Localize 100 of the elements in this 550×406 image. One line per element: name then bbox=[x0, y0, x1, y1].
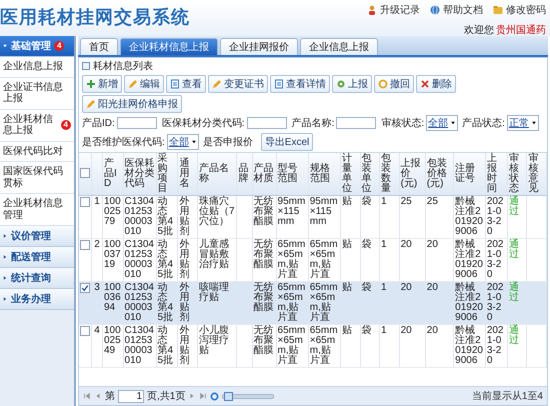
sidebar-item[interactable]: 医保代码比对 bbox=[0, 142, 74, 162]
sidebar-item-label: 医保代码比对 bbox=[3, 146, 63, 157]
row-checkbox[interactable] bbox=[80, 326, 90, 336]
table-cell: 65mm×65mm,贴片直 bbox=[310, 282, 338, 323]
toolbar-button[interactable]: 查看 bbox=[166, 75, 206, 93]
select-all-checkbox[interactable] bbox=[80, 168, 90, 178]
caret-right-icon bbox=[2, 275, 8, 281]
table-cell: C13040125300003010 bbox=[124, 325, 154, 366]
toolbar-button[interactable]: 上报 bbox=[332, 75, 372, 93]
toolbar-button[interactable]: 查看详情 bbox=[270, 75, 330, 93]
sidebar-item[interactable]: 国家医保代码贯标 bbox=[0, 162, 74, 194]
sidebar-item[interactable]: 企业耗材信息管理 bbox=[0, 194, 74, 226]
header-link[interactable]: 升级记录 bbox=[367, 3, 420, 17]
table-cell: 20 bbox=[426, 239, 438, 250]
row-checkbox[interactable] bbox=[80, 197, 90, 207]
page-field[interactable]: 1 bbox=[118, 390, 144, 402]
table-cell: 外用贴剂 bbox=[179, 325, 190, 366]
menu-group-header[interactable]: 基础管理 4 bbox=[0, 36, 74, 57]
table-cell: 黔械注准2019209006 bbox=[455, 325, 483, 366]
check-icon bbox=[81, 284, 89, 292]
column-header: 包装单位 bbox=[360, 153, 380, 196]
filter-dropdown[interactable]: 全部 bbox=[426, 115, 458, 131]
column-header: 包装价格(元) bbox=[425, 153, 454, 196]
last-page-icon bbox=[199, 392, 208, 400]
filter-field[interactable] bbox=[116, 117, 157, 129]
cross-icon bbox=[420, 79, 430, 89]
toolbar-button[interactable]: 删除 bbox=[416, 75, 456, 93]
table-cell: 10002549 bbox=[104, 325, 121, 356]
toolbar-button[interactable]: 编辑 bbox=[124, 75, 164, 93]
sidebar-item[interactable]: 企业耗材信息上报 4 bbox=[0, 110, 74, 142]
column-header: 注册证号 bbox=[454, 153, 486, 196]
list-icon bbox=[82, 62, 90, 70]
document-icon bbox=[170, 79, 180, 89]
toolbar-button[interactable]: 撤回 bbox=[374, 75, 414, 93]
caret-right-icon bbox=[2, 233, 8, 239]
sidebar-item[interactable]: 企业证书信息上报 bbox=[0, 78, 74, 110]
row-checkbox[interactable] bbox=[80, 283, 90, 293]
table-cell: 10003719 bbox=[104, 239, 121, 270]
plus-icon bbox=[86, 79, 96, 89]
table-cell: 20 bbox=[400, 239, 412, 250]
filter-dropdown[interactable]: 全部 bbox=[166, 134, 199, 150]
sidebar-item-label: 企业耗材信息上报 bbox=[3, 114, 54, 136]
filter-field[interactable] bbox=[246, 117, 287, 129]
column-header: 产品名称 bbox=[198, 153, 237, 196]
table-cell: 无纺布聚酯膜 bbox=[254, 196, 274, 227]
menu-group-header[interactable]: 统计查询 bbox=[0, 268, 74, 289]
tab[interactable]: 企业信息上报 bbox=[300, 38, 378, 55]
table-cell: 外用贴剂 bbox=[179, 196, 190, 237]
table-cell: 动态第45批 bbox=[158, 239, 174, 280]
filter-label: 产品名称: bbox=[292, 116, 334, 130]
slider-thumb[interactable] bbox=[224, 392, 234, 400]
next-page-icon bbox=[188, 392, 196, 400]
table-cell: 袋 bbox=[362, 196, 372, 207]
filter-field[interactable] bbox=[336, 117, 376, 129]
column-header: 医保耗材分类代码 bbox=[123, 153, 156, 196]
table-cell: 1 bbox=[381, 196, 387, 207]
tab[interactable]: 企业耗材信息上报 bbox=[120, 38, 218, 55]
filter-dropdown[interactable]: 正常 bbox=[506, 115, 539, 131]
table-cell: 咳喘理疗贴 bbox=[199, 282, 229, 303]
table-cell: 65mm×65mm,贴片直 bbox=[310, 239, 338, 280]
table-cell: 外用贴剂 bbox=[179, 282, 190, 323]
filter-label: 是否维护医保代码: bbox=[82, 136, 165, 149]
table-cell: 无纺布聚酯膜 bbox=[254, 239, 274, 270]
previous-page-icon bbox=[94, 392, 102, 400]
table-cell: 2021-03-20 bbox=[486, 325, 504, 366]
page-total: 页,共1页 bbox=[147, 390, 186, 403]
table-cell: 20 bbox=[426, 325, 438, 336]
table-cell: 20 bbox=[400, 325, 412, 336]
header-link[interactable]: 修改密码 bbox=[493, 3, 546, 17]
row-checkbox[interactable] bbox=[80, 240, 90, 250]
table-cell: 通过 bbox=[508, 239, 519, 260]
count-badge: 4 bbox=[60, 120, 71, 130]
slider-track[interactable] bbox=[222, 394, 274, 398]
export-button[interactable]: 导出Excel bbox=[260, 133, 314, 151]
table-cell: 黔械注准2019209006 bbox=[455, 282, 483, 323]
table-cell: 25 bbox=[400, 196, 412, 207]
header-link[interactable]: 帮助文档 bbox=[430, 3, 483, 17]
menu-group-header[interactable]: 配送管理 bbox=[0, 247, 74, 268]
filter-label: 审核状态: bbox=[381, 116, 424, 130]
panel-title: 耗材信息列表 bbox=[93, 60, 153, 73]
menu-group-header[interactable]: 议价管理 bbox=[0, 226, 74, 247]
sidebar-item[interactable]: 企业信息上报 bbox=[0, 57, 74, 78]
tab[interactable]: 企业挂网报价 bbox=[220, 38, 298, 55]
sidebar-item-label: 企业耗材信息管理 bbox=[3, 198, 64, 221]
user-name: 贵州国通药 bbox=[496, 24, 546, 37]
table-cell: 2021-03-20 bbox=[486, 239, 504, 280]
table-cell: 65mm×65mm,贴片直 bbox=[278, 239, 306, 280]
table-cell: 65mm×65mm,贴片直 bbox=[278, 325, 306, 366]
toolbar-button[interactable]: 新增 bbox=[82, 75, 122, 93]
toolbar-button[interactable]: 阳光挂网价格申报 bbox=[82, 95, 182, 113]
column-header: 通用名 bbox=[178, 153, 198, 196]
sidebar-item-label: 企业信息上报 bbox=[3, 61, 63, 72]
table-cell: C13040125300003010 bbox=[124, 196, 154, 237]
toolbar-button[interactable]: 变更证书 bbox=[208, 75, 268, 93]
menu-group-label: 业务办理 bbox=[11, 292, 51, 306]
tab[interactable]: 首页 bbox=[80, 38, 118, 55]
table-cell: 通过 bbox=[508, 282, 519, 303]
row-number: 4 bbox=[94, 325, 100, 336]
menu-group-header[interactable]: 业务办理 bbox=[0, 289, 74, 310]
caret-down-icon bbox=[2, 43, 8, 49]
